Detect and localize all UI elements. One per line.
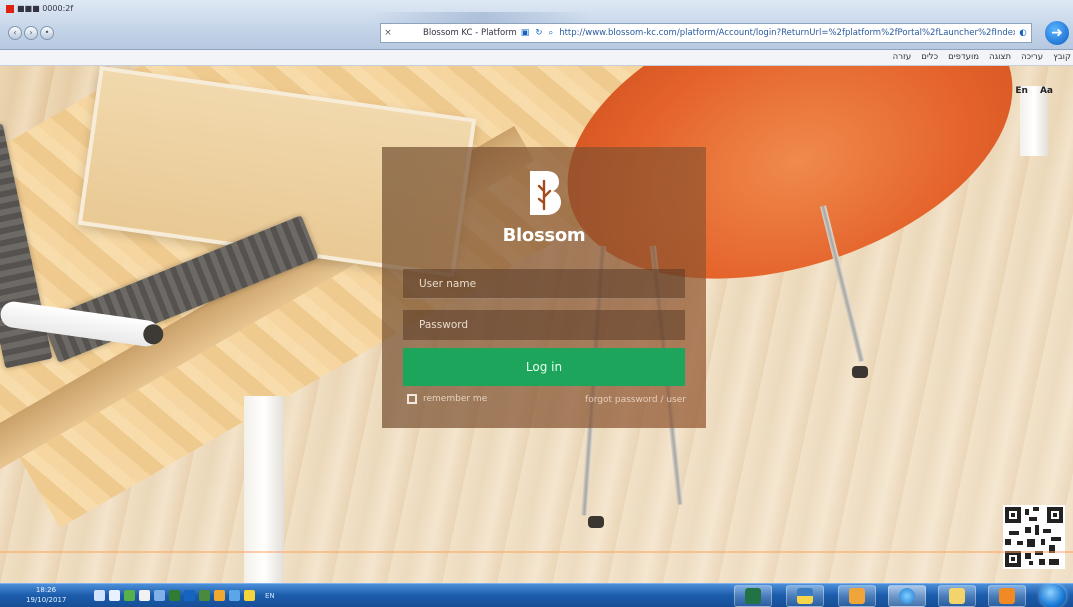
- tray-app-icon[interactable]: [214, 590, 225, 601]
- menu-view[interactable]: תצוגה: [989, 52, 1011, 62]
- font-size-button[interactable]: Aa: [1040, 86, 1053, 96]
- address-bar[interactable]: × Blossom KC - Platform ▣ ↻ ⌕ http://www…: [380, 23, 1032, 43]
- nav-buttons: ‹ › •: [8, 26, 54, 40]
- close-tab-icon[interactable]: ×: [381, 28, 395, 38]
- media-player-taskbar-button[interactable]: [988, 585, 1026, 607]
- password-input[interactable]: [403, 310, 685, 340]
- outlook-icon: [849, 588, 865, 604]
- site-icon[interactable]: ◐: [1015, 28, 1031, 38]
- compat-view-icon[interactable]: ▣: [521, 28, 530, 38]
- remember-me-checkbox[interactable]: [407, 394, 417, 404]
- record-icon: [6, 4, 14, 13]
- chair-foot: [588, 516, 604, 528]
- internet-explorer-icon: [899, 588, 915, 604]
- taskbar-clock[interactable]: 18:26 19/10/2017: [26, 585, 66, 605]
- clock-date: 19/10/2017: [26, 596, 67, 604]
- tray-app-icon[interactable]: [184, 590, 195, 601]
- table-leg: [1020, 86, 1048, 156]
- language-bar: En Aa: [1015, 86, 1053, 96]
- network-icon[interactable]: [94, 590, 105, 601]
- tray-app-icon[interactable]: [199, 590, 210, 601]
- browser-titlebar: ■■■ 0000:2f ‹ › • × Blossom KC - Platfor…: [0, 0, 1073, 50]
- excel-taskbar-button[interactable]: [734, 585, 772, 607]
- window-title: ■■■ 0000:2f: [6, 4, 116, 14]
- tab-title[interactable]: Blossom KC - Platform: [423, 28, 517, 38]
- menu-file[interactable]: קובץ: [1053, 52, 1071, 62]
- go-arrow-icon[interactable]: ➜: [1045, 21, 1069, 45]
- menu-favorites[interactable]: מועדפים: [948, 52, 979, 62]
- tray-app-icon[interactable]: [139, 590, 150, 601]
- menu-help[interactable]: עזרה: [893, 52, 912, 62]
- tray-app-icon[interactable]: [154, 590, 165, 601]
- taskbar: 18:26 19/10/2017 EN: [0, 583, 1073, 607]
- url-field[interactable]: http://www.blossom-kc.com/platform/Accou…: [559, 28, 1015, 38]
- language-indicator[interactable]: EN: [265, 592, 275, 600]
- tray-app-icon[interactable]: [124, 590, 135, 601]
- forward-icon[interactable]: ›: [24, 26, 38, 40]
- system-tray: EN: [94, 590, 275, 601]
- menu-edit[interactable]: עריכה: [1021, 52, 1043, 62]
- menu-tools[interactable]: כלים: [921, 52, 938, 62]
- tray-app-icon[interactable]: [244, 590, 255, 601]
- python-icon: [797, 588, 813, 604]
- outlook-taskbar-button[interactable]: [838, 585, 876, 607]
- page-bottom-rule: [0, 551, 1073, 553]
- menu-items: קובץ עריכה תצוגה מועדפים כלים עזרה: [893, 52, 1071, 62]
- brand-name: Blossom: [502, 225, 586, 246]
- start-orb-icon[interactable]: [1040, 584, 1066, 607]
- file-explorer-taskbar-button[interactable]: [938, 585, 976, 607]
- back-icon[interactable]: ‹: [8, 26, 22, 40]
- clock-time: 18:26: [35, 586, 57, 594]
- login-panel: Blossom Log in remember me forgot passwo…: [382, 147, 706, 428]
- username-input[interactable]: [403, 269, 685, 299]
- remember-me-label: remember me: [423, 394, 488, 404]
- forgot-password-link[interactable]: forgot password / user: [585, 395, 686, 405]
- reload-icon[interactable]: ↻: [535, 28, 542, 38]
- page-background: En Aa Blossom Log in remember me forgot …: [0, 66, 1073, 583]
- file-explorer-icon: [949, 588, 965, 604]
- menu-bar: קובץ עריכה תצוגה מועדפים כלים עזרה: [0, 50, 1073, 66]
- blossom-logo-icon: [530, 171, 561, 215]
- media-player-icon: [999, 588, 1015, 604]
- login-button[interactable]: Log in: [403, 348, 685, 386]
- tray-app-icon[interactable]: [229, 590, 240, 601]
- chair-foot: [852, 366, 868, 378]
- volume-icon[interactable]: [109, 590, 120, 601]
- tray-app-icon[interactable]: [169, 590, 180, 601]
- home-icon[interactable]: •: [40, 26, 54, 40]
- qr-code-icon: [1003, 505, 1065, 569]
- search-icon[interactable]: ⌕: [548, 28, 553, 38]
- internet-explorer-taskbar-button[interactable]: [888, 585, 926, 607]
- remember-me[interactable]: remember me: [407, 394, 487, 404]
- language-en-button[interactable]: En: [1015, 86, 1028, 96]
- table-leg: [244, 396, 284, 583]
- window-title-text: ■■■ 0000:2f: [17, 4, 74, 13]
- excel-icon: [745, 588, 761, 604]
- python-taskbar-button[interactable]: [786, 585, 824, 607]
